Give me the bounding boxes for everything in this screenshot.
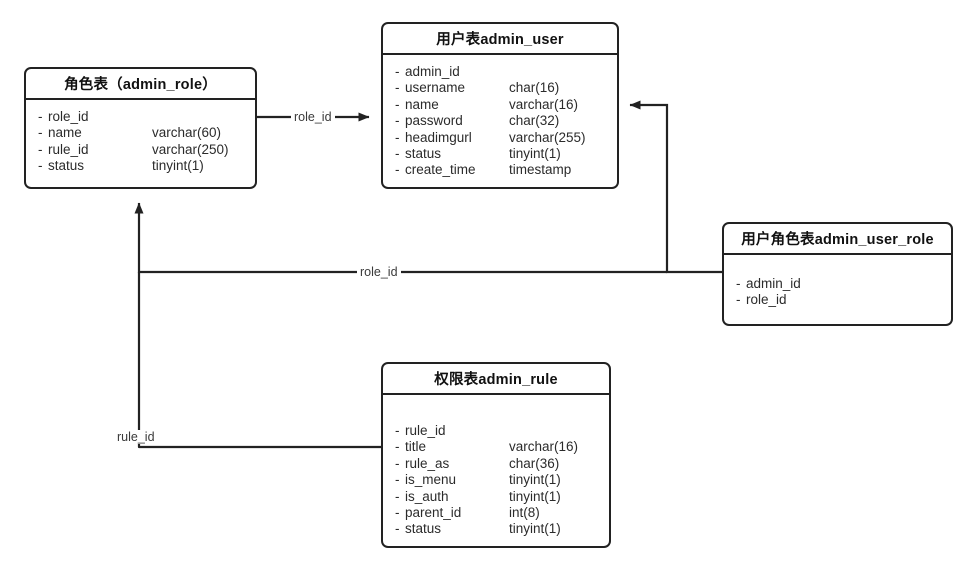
field-row: - username char(16) (395, 80, 617, 96)
field-row: - name varchar(16) (395, 97, 617, 113)
field-bullet: - (395, 439, 400, 455)
field-type: varchar(250) (152, 141, 229, 157)
field-row: - is_menu tinyint(1) (395, 472, 609, 488)
field-bullet: - (395, 472, 400, 488)
field-type: char(16) (509, 80, 560, 96)
edge-label-rule-to-role: rule_id (114, 430, 158, 444)
field-type: char(32) (509, 113, 560, 129)
field-bullet: - (395, 146, 400, 162)
field-row: - rule_as char(36) (395, 456, 609, 472)
field-type: tinyint(1) (509, 472, 561, 488)
er-diagram-canvas: 角色表（admin_role） - role_id - name varchar… (0, 0, 976, 571)
entity-title-admin-user-role: 用户角色表admin_user_role (724, 224, 951, 255)
field-row: - password char(32) (395, 113, 617, 129)
field-type: varchar(16) (509, 96, 579, 112)
connector-userrole-to-role (134, 202, 667, 274)
field-row: - create_time timestamp (395, 162, 617, 178)
field-type: tinyint(1) (509, 488, 561, 504)
field-name: name (405, 96, 439, 112)
field-row: - rule_id varchar(250) (38, 142, 255, 158)
entity-admin-role[interactable]: 角色表（admin_role） - role_id - name varchar… (24, 67, 257, 189)
edge-label-userrole-to-role: role_id (357, 265, 401, 279)
field-row: - admin_id (736, 276, 951, 292)
field-name: password (405, 113, 463, 129)
field-row: - status tinyint(1) (395, 146, 617, 162)
entity-title-admin-role: 角色表（admin_role） (26, 69, 255, 100)
field-row: - parent_id int(8) (395, 505, 609, 521)
entity-fields-admin-role: - role_id - name varchar(60) - rule_id v… (26, 100, 255, 175)
field-name: name (48, 125, 82, 141)
field-type: tinyint(1) (152, 158, 204, 174)
field-type: tinyint(1) (509, 146, 561, 162)
entity-fields-admin-user: - admin_id - username char(16) - name va… (383, 55, 617, 179)
field-type: tinyint(1) (509, 521, 561, 537)
field-name: headimgurl (405, 129, 472, 145)
field-name: rule_id (405, 423, 446, 438)
field-name: role_id (746, 292, 787, 308)
field-row: - role_id (736, 292, 951, 308)
field-row: - status tinyint(1) (38, 158, 255, 174)
field-row: - is_auth tinyint(1) (395, 489, 609, 505)
entity-admin-rule[interactable]: 权限表admin_rule - rule_id - title varchar(… (381, 362, 611, 548)
field-name: create_time (405, 162, 476, 178)
field-type: varchar(255) (509, 129, 586, 145)
field-name: status (405, 521, 442, 537)
field-name: admin_id (746, 276, 801, 291)
field-bullet: - (395, 521, 400, 537)
field-bullet: - (395, 423, 400, 438)
field-bullet: - (38, 141, 43, 157)
field-bullet: - (395, 64, 400, 79)
field-type: char(36) (509, 455, 560, 471)
entity-admin-user[interactable]: 用户表admin_user - admin_id - username char… (381, 22, 619, 189)
field-bullet: - (395, 96, 400, 112)
connector-userrole-to-user (629, 100, 722, 274)
field-name: role_id (48, 109, 89, 124)
entity-fields-admin-user-role: - admin_id - role_id (724, 255, 951, 309)
field-name: title (405, 439, 427, 455)
field-row: - rule_id (395, 423, 609, 439)
field-row: - headimgurl varchar(255) (395, 130, 617, 146)
field-row: - role_id (38, 109, 255, 125)
field-bullet: - (395, 113, 400, 129)
field-name: username (405, 80, 466, 96)
field-row: - title varchar(16) (395, 439, 609, 455)
field-type: varchar(16) (509, 439, 579, 455)
field-bullet: - (395, 162, 400, 178)
field-name: status (405, 146, 442, 162)
field-name: rule_as (405, 455, 450, 471)
field-name: parent_id (405, 505, 462, 521)
field-bullet: - (38, 158, 43, 174)
entity-title-admin-rule: 权限表admin_rule (383, 364, 609, 395)
field-type: varchar(60) (152, 125, 222, 141)
field-bullet: - (395, 80, 400, 96)
field-row: - admin_id (395, 64, 617, 80)
field-row: - status tinyint(1) (395, 521, 609, 537)
entity-admin-user-role[interactable]: 用户角色表admin_user_role - admin_id - role_i… (722, 222, 953, 326)
field-name: admin_id (405, 64, 460, 79)
field-type: timestamp (509, 162, 572, 178)
connector-rule-to-role (137, 272, 381, 449)
field-name: is_menu (405, 472, 457, 488)
field-name: is_auth (405, 488, 449, 504)
field-bullet: - (395, 129, 400, 145)
entity-title-admin-user: 用户表admin_user (383, 24, 617, 55)
field-bullet: - (395, 488, 400, 504)
field-bullet: - (38, 109, 43, 124)
field-bullet: - (38, 125, 43, 141)
field-bullet: - (736, 276, 741, 291)
field-bullet: - (395, 505, 400, 521)
field-name: rule_id (48, 141, 89, 157)
field-bullet: - (395, 455, 400, 471)
field-row: - name varchar(60) (38, 125, 255, 141)
field-bullet: - (736, 292, 741, 308)
field-name: status (48, 158, 85, 174)
field-type: int(8) (509, 505, 540, 521)
entity-fields-admin-rule: - rule_id - title varchar(16) - rule_as … (383, 395, 609, 538)
edge-label-role-to-user: role_id (291, 110, 335, 124)
